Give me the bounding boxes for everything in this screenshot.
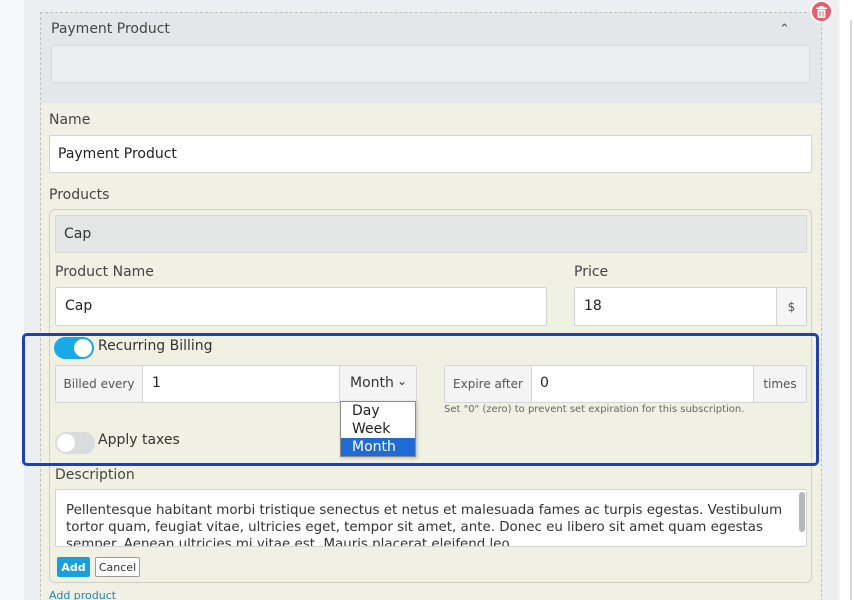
toggle-knob xyxy=(74,339,92,357)
product-name-label: Product Name xyxy=(55,264,154,280)
product-item-header[interactable]: Cap xyxy=(55,215,807,253)
chevron-up-icon[interactable]: ⌃ xyxy=(779,22,790,37)
times-addon: times xyxy=(753,365,807,403)
chevron-down-icon: ⌄ xyxy=(397,374,408,388)
apply-taxes-label: Apply taxes xyxy=(98,432,180,448)
price-input[interactable]: 18 xyxy=(574,287,777,326)
product-name-input[interactable]: Cap xyxy=(55,287,547,326)
expire-after-input[interactable]: 0 xyxy=(531,365,754,403)
period-option-month[interactable]: Month xyxy=(341,438,415,456)
recurring-billing-toggle[interactable] xyxy=(54,337,94,359)
billed-every-input[interactable]: 1 xyxy=(142,365,340,403)
period-dropdown-menu: Day Week Month xyxy=(340,401,416,457)
page-gutter xyxy=(0,0,24,600)
apply-taxes-toggle[interactable] xyxy=(55,432,95,454)
period-option-day[interactable]: Day xyxy=(341,402,415,420)
expire-help-text: Set "0" (zero) to prevent set expiration… xyxy=(444,404,745,415)
cancel-button[interactable]: Cancel xyxy=(95,557,140,577)
expire-after-addon: Expire after xyxy=(444,365,532,403)
add-product-link[interactable]: Add product xyxy=(49,589,116,600)
description-textarea[interactable]: Pellentesque habitant morbi tristique se… xyxy=(55,489,807,547)
price-label: Price xyxy=(574,264,609,280)
scroll-track xyxy=(850,20,852,600)
toggle-knob xyxy=(57,434,75,452)
recurring-billing-label: Recurring Billing xyxy=(98,338,213,354)
name-input[interactable]: Payment Product xyxy=(49,135,812,173)
currency-addon: $ xyxy=(776,287,807,326)
description-scrollbar[interactable] xyxy=(799,492,805,532)
accordion-title: Payment Product xyxy=(51,21,170,37)
billed-every-addon: Billed every xyxy=(55,365,143,403)
period-option-week[interactable]: Week xyxy=(341,420,415,438)
products-label: Products xyxy=(49,187,110,203)
accordion-content-box xyxy=(51,45,810,83)
description-label: Description xyxy=(55,467,135,483)
trash-icon xyxy=(816,5,827,18)
name-label: Name xyxy=(49,112,91,128)
add-button[interactable]: Add xyxy=(57,557,90,577)
delete-button[interactable] xyxy=(810,0,833,23)
